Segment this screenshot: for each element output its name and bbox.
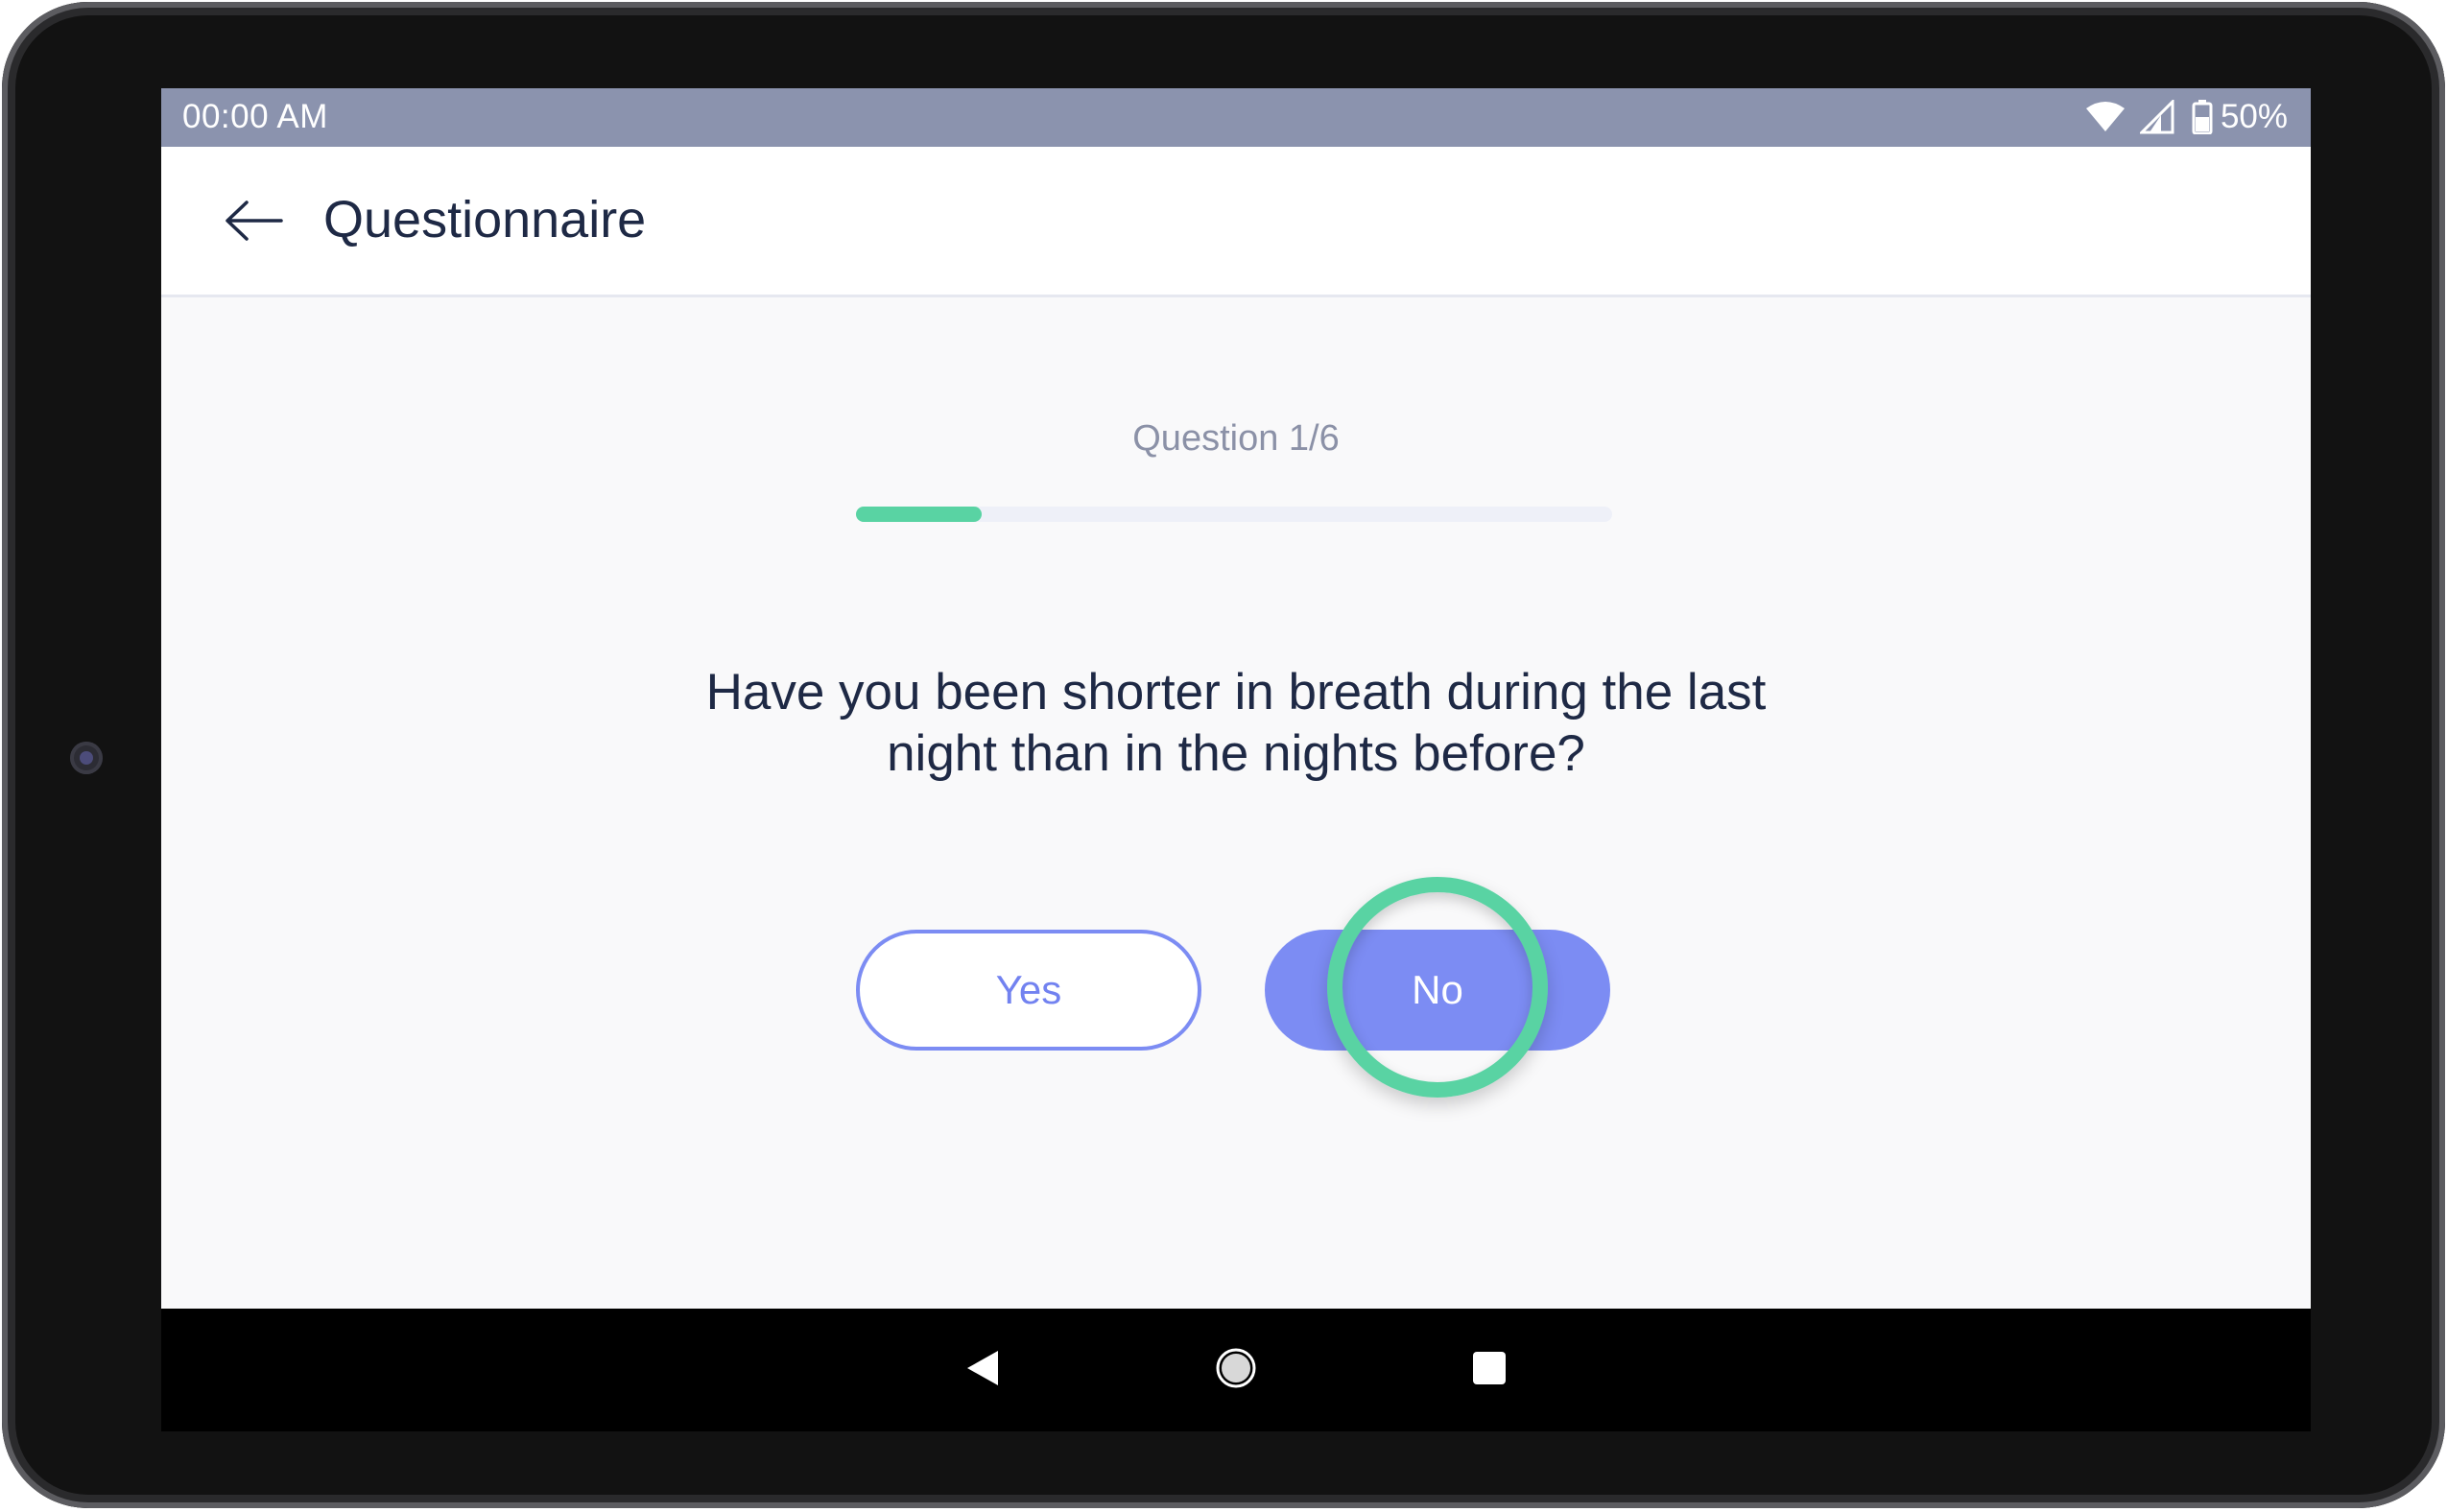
recents-square-icon [1471,1350,1508,1391]
tablet-frame: 00:00 AM 50% Questionnaire Question 1/6 … [2,2,2445,1508]
status-time: 00:00 AM [182,98,328,135]
back-button[interactable] [221,189,288,256]
yes-button-label: Yes [995,967,1062,1012]
progress-fill [856,507,983,522]
no-button[interactable]: No [1265,930,1610,1051]
status-bar: 00:00 AM 50% [161,88,2311,147]
nav-home-button[interactable] [1207,1341,1265,1399]
battery-percent: 50% [2220,98,2288,135]
nav-back-button[interactable] [954,1341,1011,1399]
navigation-bar [161,1309,2311,1431]
question-counter: Question 1/6 [1132,418,1340,459]
yes-button[interactable]: Yes [856,930,1201,1051]
home-circle-icon [1215,1347,1257,1394]
signal-icon [2139,100,2176,134]
app-bar: Questionnaire [161,147,2311,297]
arrow-left-icon [224,200,285,247]
progress-bar [856,507,1612,522]
no-button-label: No [1412,967,1463,1012]
camera-icon [70,742,103,774]
question-card: Question 1/6 Have you been shorter in br… [161,297,2311,1309]
nav-recents-button[interactable] [1461,1341,1518,1399]
battery-icon [2192,100,2213,134]
page-title: Questionnaire [323,191,647,248]
screen: 00:00 AM 50% Questionnaire Question 1/6 … [161,88,2311,1431]
status-icons: 50% [2084,96,2288,138]
question-text: Have you been shorter in breath during t… [705,664,1767,782]
back-triangle-icon [965,1349,1000,1392]
wifi-icon [2084,101,2126,133]
